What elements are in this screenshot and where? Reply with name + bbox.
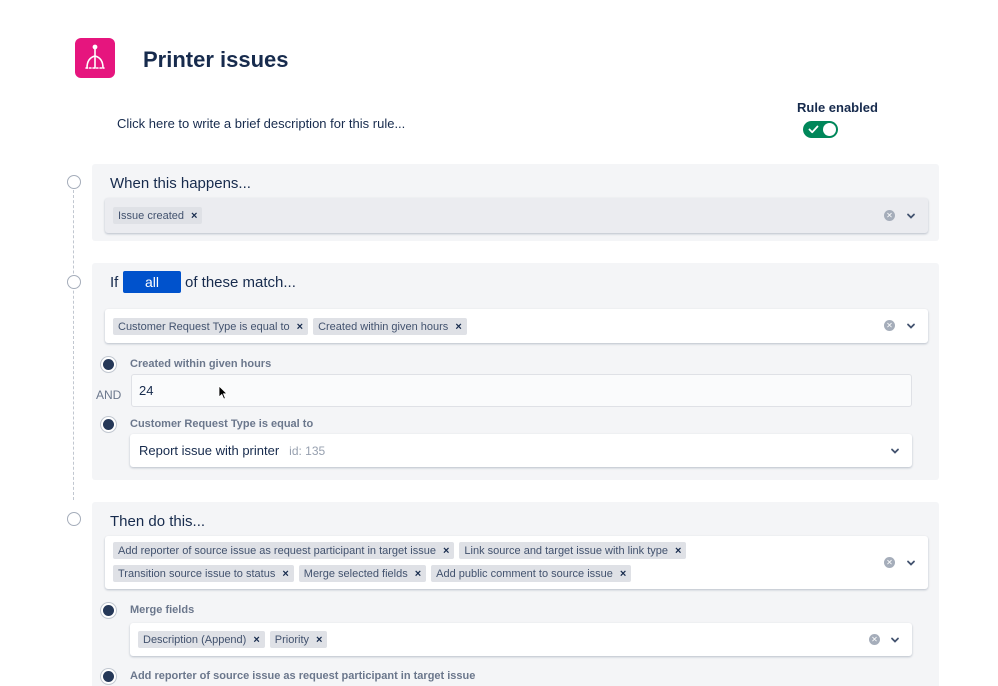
action-item-label: Merge fields bbox=[130, 604, 195, 616]
clear-icon[interactable]: ✕ bbox=[869, 634, 880, 645]
trigger-section: When this happens... Issue created × ✕ bbox=[92, 164, 939, 241]
chevron-down-icon[interactable] bbox=[906, 211, 916, 221]
merge-fields-selector[interactable]: Description (Append) × Priority × ✕ bbox=[130, 623, 912, 656]
hours-input[interactable]: 24 bbox=[131, 374, 912, 407]
action-tag: Add public comment to source issue × bbox=[431, 565, 632, 582]
action-item-radio[interactable] bbox=[103, 671, 114, 682]
check-icon bbox=[808, 125, 819, 134]
trigger-tags: Issue created × bbox=[113, 207, 872, 224]
tag-label: Description (Append) bbox=[143, 633, 247, 646]
timeline-dot-trigger bbox=[67, 175, 81, 189]
chevron-down-icon[interactable] bbox=[890, 446, 900, 456]
action-tag: Add reporter of source issue as request … bbox=[113, 542, 455, 559]
action-tag: Link source and target issue with link t… bbox=[459, 542, 687, 559]
clear-icon[interactable]: ✕ bbox=[884, 557, 895, 568]
condition-item-label: Customer Request Type is equal to bbox=[130, 418, 314, 430]
tag-label: Transition source issue to status bbox=[118, 567, 276, 580]
tag-label: Link source and target issue with link t… bbox=[464, 544, 668, 557]
toggle-knob bbox=[823, 123, 836, 136]
chevron-down-icon[interactable] bbox=[906, 558, 916, 568]
clear-icon[interactable]: ✕ bbox=[884, 320, 895, 331]
rule-description[interactable]: Click here to write a brief description … bbox=[117, 116, 405, 131]
merge-field-tags: Description (Append) × Priority × bbox=[138, 631, 856, 648]
remove-tag-icon[interactable]: × bbox=[282, 568, 288, 580]
tag-label: Add reporter of source issue as request … bbox=[118, 544, 436, 557]
clear-icon[interactable]: ✕ bbox=[884, 210, 895, 221]
match-mode-button[interactable]: all bbox=[123, 271, 181, 293]
action-tag: Transition source issue to status × bbox=[113, 565, 294, 582]
mouse-cursor-icon bbox=[218, 385, 228, 400]
rule-enabled-toggle[interactable] bbox=[803, 121, 838, 138]
remove-tag-icon[interactable]: × bbox=[191, 210, 197, 222]
tag-label: Created within given hours bbox=[318, 320, 449, 333]
condition-item-radio[interactable] bbox=[103, 359, 114, 370]
condition-selector[interactable]: Customer Request Type is equal to × Creat… bbox=[105, 309, 928, 343]
tag-label: Merge selected fields bbox=[303, 567, 408, 580]
merge-field-tag: Priority × bbox=[269, 631, 328, 648]
rule-enabled-label: Rule enabled bbox=[797, 100, 878, 115]
remove-tag-icon[interactable]: × bbox=[316, 634, 322, 646]
action-selector[interactable]: Add reporter of source issue as request … bbox=[105, 536, 928, 589]
condition-section: If all of these match... Customer Reques… bbox=[92, 263, 939, 480]
remove-tag-icon[interactable]: × bbox=[253, 634, 259, 646]
rule-app-icon bbox=[75, 38, 115, 78]
chevron-down-icon[interactable] bbox=[890, 635, 900, 645]
tag-label: Issue created bbox=[118, 209, 185, 222]
remove-tag-icon[interactable]: × bbox=[297, 321, 303, 333]
remove-tag-icon[interactable]: × bbox=[675, 545, 681, 557]
selected-value: Report issue with printer bbox=[139, 443, 280, 458]
condition-tag: Created within given hours × bbox=[313, 318, 467, 335]
action-tags: Add reporter of source issue as request … bbox=[113, 542, 872, 582]
remove-tag-icon[interactable]: × bbox=[620, 568, 626, 580]
merge-field-tag: Description (Append) × bbox=[138, 631, 265, 648]
trigger-selector[interactable]: Issue created × ✕ bbox=[105, 198, 928, 233]
remove-tag-icon[interactable]: × bbox=[415, 568, 421, 580]
tag-label: Add public comment to source issue bbox=[436, 567, 613, 580]
remove-tag-icon[interactable]: × bbox=[443, 545, 449, 557]
condition-heading-prefix: If bbox=[110, 274, 119, 291]
action-section: Then do this... Add reporter of source i… bbox=[92, 502, 939, 686]
trigger-heading: When this happens... bbox=[110, 175, 251, 192]
remove-tag-icon[interactable]: × bbox=[455, 321, 461, 333]
selected-value-id: id: 135 bbox=[289, 443, 326, 458]
tag-label: Priority bbox=[274, 633, 310, 646]
request-type-select[interactable]: Report issue with printer id: 135 bbox=[130, 434, 912, 467]
condition-item-radio[interactable] bbox=[103, 419, 114, 430]
page-title: Printer issues bbox=[143, 47, 289, 72]
automation-branch-icon bbox=[85, 44, 105, 69]
trigger-tag: Issue created × bbox=[113, 207, 203, 224]
condition-tags: Customer Request Type is equal to × Creat… bbox=[113, 318, 872, 335]
tag-label: Customer Request Type is equal to bbox=[118, 320, 290, 333]
action-item-radio[interactable] bbox=[103, 605, 114, 616]
timeline-dot-condition bbox=[67, 275, 81, 289]
condition-heading-suffix: of these match... bbox=[185, 274, 296, 291]
action-heading: Then do this... bbox=[110, 513, 206, 530]
condition-item-label: Created within given hours bbox=[130, 358, 272, 370]
condition-tag: Customer Request Type is equal to × bbox=[113, 318, 309, 335]
chevron-down-icon[interactable] bbox=[906, 321, 916, 331]
timeline-line bbox=[73, 190, 74, 500]
action-item-label: Add reporter of source issue as request … bbox=[130, 670, 476, 682]
action-tag: Merge selected fields × bbox=[298, 565, 427, 582]
timeline-dot-action bbox=[67, 512, 81, 526]
and-joiner: AND bbox=[96, 388, 122, 402]
